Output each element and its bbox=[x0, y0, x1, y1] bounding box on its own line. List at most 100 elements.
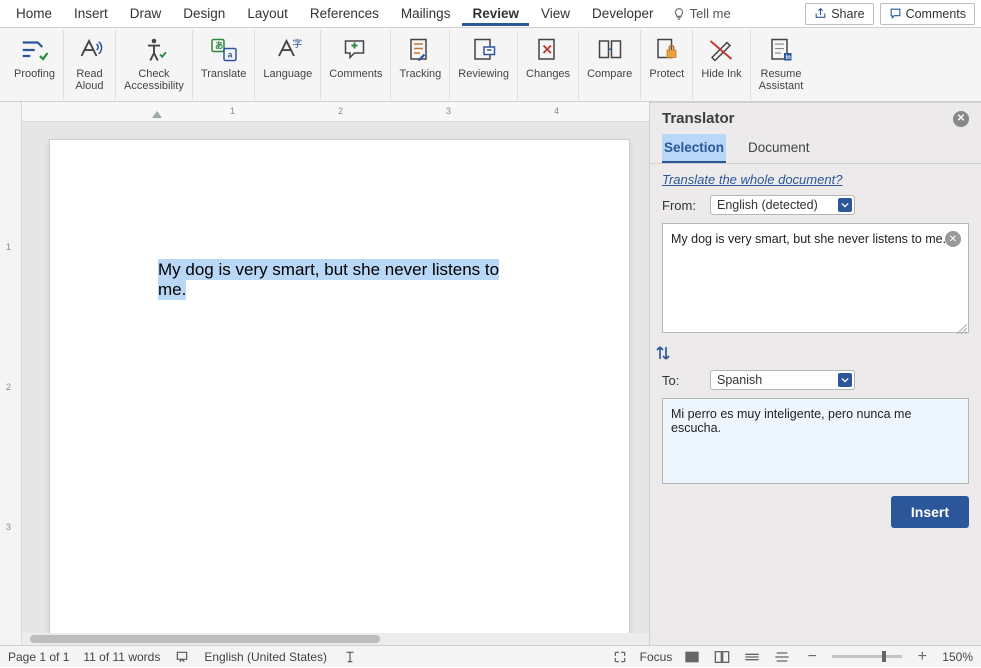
translator-pane: Translator ✕ Selection Document Translat… bbox=[649, 102, 981, 645]
resume-icon: in bbox=[766, 35, 796, 65]
to-language-select[interactable]: Spanish bbox=[710, 370, 855, 390]
reviewing-icon bbox=[469, 35, 499, 65]
view-print-button[interactable] bbox=[682, 649, 702, 665]
page[interactable]: My dog is very smart, but she never list… bbox=[50, 140, 629, 640]
compare-icon bbox=[595, 35, 625, 65]
view-outline-button[interactable] bbox=[772, 649, 792, 665]
proofing-icon bbox=[19, 35, 49, 65]
selected-text[interactable]: My dog is very smart, but she never list… bbox=[158, 259, 499, 300]
status-page[interactable]: Page 1 of 1 bbox=[8, 650, 69, 664]
statusbar: Page 1 of 1 11 of 11 words English (Unit… bbox=[0, 645, 981, 667]
comments-icon bbox=[341, 35, 371, 65]
svg-text:あ: あ bbox=[215, 42, 223, 51]
focus-button[interactable] bbox=[610, 649, 630, 665]
ribbon-proofing[interactable]: Proofing bbox=[6, 30, 64, 100]
share-icon bbox=[814, 7, 827, 20]
target-text-box[interactable]: Mi perro es muy inteligente, pero nunca … bbox=[662, 398, 969, 484]
changes-icon bbox=[533, 35, 563, 65]
view-read-button[interactable] bbox=[712, 649, 732, 665]
status-words[interactable]: 11 of 11 words bbox=[83, 650, 160, 664]
share-button[interactable]: Share bbox=[805, 3, 873, 25]
focus-icon bbox=[613, 650, 627, 664]
text-format-icon[interactable] bbox=[341, 650, 359, 664]
ribbon-hide-ink[interactable]: Hide Ink bbox=[693, 30, 750, 100]
ribbon-check-accessibility[interactable]: Check Accessibility bbox=[116, 30, 193, 100]
close-pane-icon[interactable]: ✕ bbox=[953, 111, 969, 127]
translate-whole-link[interactable]: Translate the whole document? bbox=[650, 164, 981, 191]
zoom-in-button[interactable]: + bbox=[912, 649, 932, 665]
ribbon-changes[interactable]: Changes bbox=[518, 30, 579, 100]
menubar: Home Insert Draw Design Layout Reference… bbox=[0, 0, 981, 28]
zoom-level[interactable]: 150% bbox=[942, 650, 973, 664]
tracking-icon bbox=[405, 35, 435, 65]
pane-title: Translator bbox=[662, 110, 735, 127]
horizontal-scrollbar[interactable] bbox=[22, 633, 649, 645]
bulb-icon bbox=[672, 7, 686, 21]
svg-text:a: a bbox=[227, 51, 232, 60]
swap-languages-button[interactable] bbox=[650, 340, 981, 366]
tab-selection[interactable]: Selection bbox=[662, 134, 726, 163]
outline-icon bbox=[774, 650, 790, 664]
svg-text:字: 字 bbox=[292, 37, 302, 50]
menu-insert[interactable]: Insert bbox=[64, 2, 118, 25]
status-focus[interactable]: Focus bbox=[640, 650, 673, 664]
comments-button[interactable]: Comments bbox=[880, 3, 975, 25]
resize-handle-icon[interactable] bbox=[957, 324, 967, 334]
chevron-down-icon bbox=[838, 373, 852, 387]
from-label: From: bbox=[662, 198, 702, 213]
ribbon-read-aloud[interactable]: Read Aloud bbox=[64, 30, 116, 100]
ribbon-comments[interactable]: Comments bbox=[321, 30, 391, 100]
ribbon-reviewing[interactable]: Reviewing bbox=[450, 30, 518, 100]
protect-icon bbox=[652, 35, 682, 65]
source-text-box[interactable] bbox=[662, 223, 969, 333]
menu-layout[interactable]: Layout bbox=[237, 2, 298, 25]
insert-button[interactable]: Insert bbox=[891, 496, 969, 528]
print-layout-icon bbox=[684, 650, 700, 664]
language-icon: 字 bbox=[273, 35, 303, 65]
read-aloud-icon bbox=[74, 35, 104, 65]
zoom-out-button[interactable]: − bbox=[802, 649, 822, 665]
menu-design[interactable]: Design bbox=[173, 2, 235, 25]
ribbon-translate[interactable]: あaTranslate bbox=[193, 30, 255, 100]
ribbon: Proofing Read Aloud Check Accessibility … bbox=[0, 28, 981, 102]
view-web-button[interactable] bbox=[742, 649, 762, 665]
menu-home[interactable]: Home bbox=[6, 2, 62, 25]
chevron-down-icon bbox=[838, 198, 852, 212]
indent-marker[interactable] bbox=[152, 111, 162, 118]
tab-document[interactable]: Document bbox=[746, 134, 812, 163]
menu-view[interactable]: View bbox=[531, 2, 580, 25]
ruler-vertical: 1 2 3 bbox=[0, 102, 22, 645]
slider-knob[interactable] bbox=[882, 651, 886, 662]
menu-mailings[interactable]: Mailings bbox=[391, 2, 461, 25]
clear-source-icon[interactable]: ✕ bbox=[945, 231, 961, 247]
ribbon-tracking[interactable]: Tracking bbox=[391, 30, 450, 100]
hide-ink-icon bbox=[706, 35, 736, 65]
pane-header: Translator ✕ bbox=[650, 102, 981, 134]
spellcheck-icon[interactable] bbox=[174, 650, 190, 664]
comment-icon bbox=[889, 7, 902, 20]
menu-references[interactable]: References bbox=[300, 2, 389, 25]
from-language-select[interactable]: English (detected) bbox=[710, 195, 855, 215]
web-layout-icon bbox=[744, 650, 760, 664]
read-layout-icon bbox=[714, 650, 730, 664]
scrollbar-thumb[interactable] bbox=[30, 635, 380, 643]
translator-tabs: Selection Document bbox=[650, 134, 981, 164]
work-area: 1 2 3 1 2 3 4 My dog is very smart, but … bbox=[0, 102, 981, 645]
svg-text:in: in bbox=[785, 55, 791, 61]
to-label: To: bbox=[662, 373, 702, 388]
ribbon-language[interactable]: 字Language bbox=[255, 30, 321, 100]
translate-icon: あa bbox=[209, 35, 239, 65]
tell-me[interactable]: Tell me bbox=[672, 6, 731, 21]
document-viewport[interactable]: My dog is very smart, but she never list… bbox=[22, 122, 649, 645]
status-language[interactable]: English (United States) bbox=[204, 650, 327, 664]
swap-icon bbox=[654, 344, 672, 362]
menu-developer[interactable]: Developer bbox=[582, 2, 664, 25]
menu-draw[interactable]: Draw bbox=[120, 2, 172, 25]
zoom-slider[interactable] bbox=[832, 655, 902, 658]
menu-review[interactable]: Review bbox=[462, 2, 529, 26]
ribbon-compare[interactable]: Compare bbox=[579, 30, 641, 100]
ribbon-resume-assistant[interactable]: inResume Assistant bbox=[751, 30, 812, 100]
accessibility-icon bbox=[139, 35, 169, 65]
ribbon-protect[interactable]: Protect bbox=[641, 30, 693, 100]
ruler-horizontal: 1 2 3 4 bbox=[22, 102, 649, 122]
